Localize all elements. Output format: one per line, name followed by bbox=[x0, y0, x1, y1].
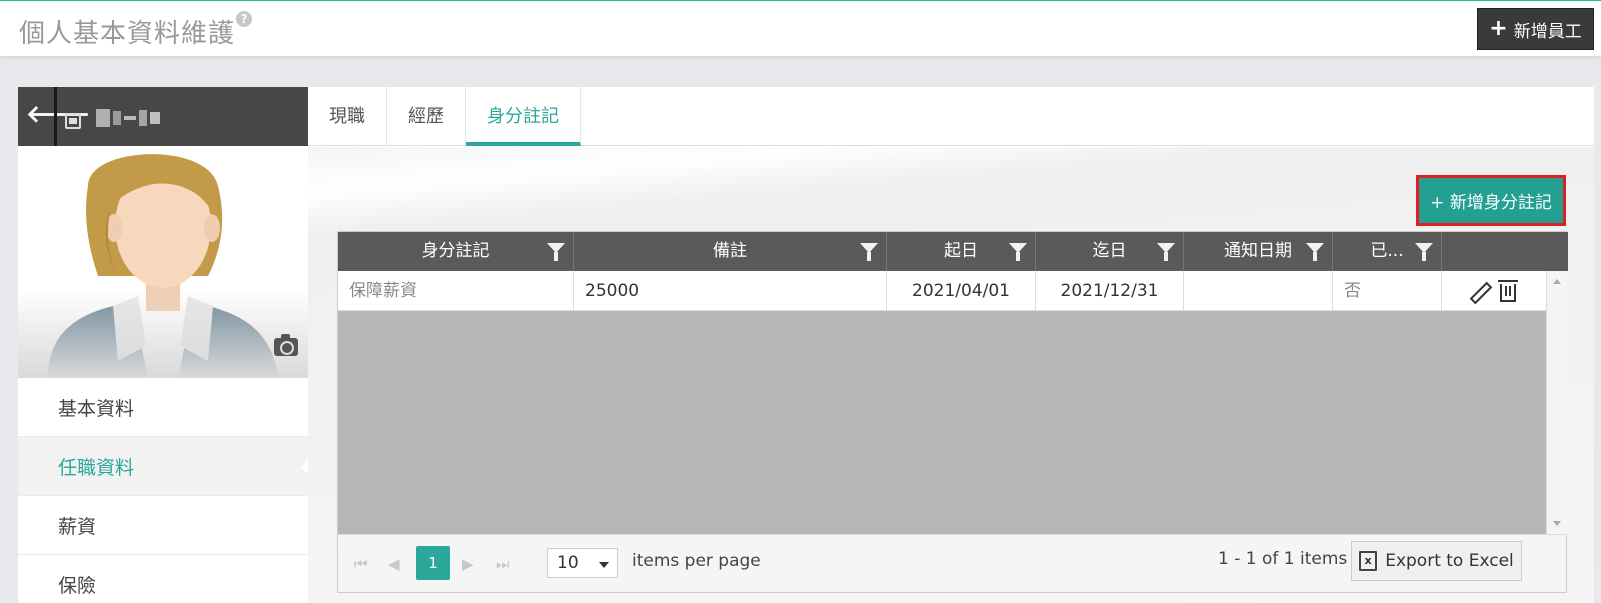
cell-identity: 保障薪資 bbox=[338, 271, 574, 311]
filter-icon[interactable] bbox=[1415, 243, 1433, 261]
divider bbox=[54, 87, 57, 146]
current-page-button[interactable]: 1 bbox=[416, 546, 450, 580]
cell-note: 25000 bbox=[574, 271, 887, 311]
filter-icon[interactable] bbox=[860, 243, 878, 261]
add-employee-label: 新增員工 bbox=[1513, 21, 1582, 42]
cell-done: 否 bbox=[1333, 271, 1442, 311]
page-size-value: 10 bbox=[557, 553, 579, 573]
add-employee-button[interactable]: + 新增員工 bbox=[1477, 8, 1594, 50]
filter-icon[interactable] bbox=[1157, 243, 1175, 261]
column-header-notify-date[interactable]: 通知日期 bbox=[1184, 232, 1333, 271]
side-menu-item-insurance[interactable]: 保險 bbox=[18, 555, 308, 603]
filter-icon[interactable] bbox=[547, 243, 565, 261]
export-excel-label: Export to Excel bbox=[1385, 551, 1514, 571]
plus-icon: + bbox=[1489, 16, 1508, 41]
column-header-done[interactable]: 已... bbox=[1333, 232, 1442, 271]
last-page-icon[interactable]: ⏭ bbox=[496, 555, 510, 573]
column-header-label: 起日 bbox=[944, 241, 978, 261]
scroll-up-icon[interactable] bbox=[1553, 279, 1561, 284]
cell-end-date: 2021/12/31 bbox=[1036, 271, 1184, 311]
export-excel-button[interactable]: x Export to Excel bbox=[1351, 541, 1522, 581]
first-page-icon[interactable]: ⏮ bbox=[354, 555, 368, 573]
side-menu: 基本資料 任職資料 薪資 保險 bbox=[18, 378, 309, 603]
filter-icon[interactable] bbox=[1009, 243, 1027, 261]
side-menu-item-employment-info[interactable]: 任職資料 bbox=[18, 437, 309, 496]
items-per-page-label: items per page bbox=[632, 551, 761, 571]
back-arrow-icon[interactable]: 🡐 bbox=[26, 101, 90, 127]
column-header-actions bbox=[1442, 232, 1566, 271]
employee-header: 🡐 bbox=[18, 87, 308, 146]
excel-icon: x bbox=[1359, 551, 1378, 571]
cell-start-date: 2021/04/01 bbox=[887, 271, 1036, 311]
column-header-label: 備註 bbox=[713, 241, 747, 261]
help-icon[interactable]: ? bbox=[236, 11, 252, 27]
page-title: 個人基本資料維護 bbox=[19, 19, 236, 49]
avatar bbox=[18, 146, 308, 378]
page-size-select[interactable]: 10 bbox=[547, 548, 618, 578]
next-page-icon[interactable]: ▶ bbox=[462, 555, 474, 573]
filter-icon[interactable] bbox=[1306, 243, 1324, 261]
tab-identity-marks[interactable]: 身分註記 bbox=[466, 87, 581, 146]
table-row[interactable]: 保障薪資 25000 2021/04/01 2021/12/31 否 bbox=[338, 271, 1546, 311]
cell-notify-date bbox=[1184, 271, 1333, 311]
camera-icon[interactable] bbox=[274, 334, 298, 356]
chevron-down-icon bbox=[599, 562, 609, 568]
column-header-label: 身分註記 bbox=[421, 241, 490, 261]
scroll-down-icon[interactable] bbox=[1553, 521, 1561, 526]
employee-name-redacted bbox=[96, 109, 160, 127]
top-bar: 個人基本資料維護 ? + 新增員工 bbox=[0, 0, 1601, 56]
side-menu-item-salary[interactable]: 薪資 bbox=[18, 496, 308, 555]
column-header-label: 通知日期 bbox=[1224, 241, 1292, 261]
grid-header: 身分註記 備註 起日 迄日 通知日期 已... bbox=[338, 232, 1568, 271]
edit-icon[interactable] bbox=[1470, 283, 1486, 299]
tab-experience[interactable]: 經歷 bbox=[387, 87, 466, 146]
column-header-end-date[interactable]: 迄日 bbox=[1036, 232, 1184, 271]
avatar-fade bbox=[18, 288, 308, 378]
grid-body: 保障薪資 25000 2021/04/01 2021/12/31 否 bbox=[338, 271, 1546, 534]
side-menu-item-basic-info[interactable]: 基本資料 bbox=[18, 378, 308, 437]
prev-page-icon[interactable]: ◀ bbox=[388, 555, 400, 573]
column-header-identity[interactable]: 身分註記 bbox=[338, 232, 574, 271]
tab-strip: 現職 經歷 身分註記 bbox=[308, 87, 1594, 146]
column-header-start-date[interactable]: 起日 bbox=[887, 232, 1036, 271]
column-header-label: 已... bbox=[1370, 241, 1404, 261]
column-header-note[interactable]: 備註 bbox=[574, 232, 887, 271]
add-identity-mark-button[interactable]: + 新增身分註記 bbox=[1416, 175, 1566, 226]
tab-current-position[interactable]: 現職 bbox=[308, 87, 387, 146]
cell-actions bbox=[1442, 271, 1544, 311]
pager: ⏮ ◀ 1 ▶ ⏭ 10 items per page 1 - 1 of 1 i… bbox=[338, 534, 1566, 592]
id-card-icon bbox=[65, 113, 81, 129]
identity-marks-grid: 身分註記 備註 起日 迄日 通知日期 已... 保障薪資 25000 2021/… bbox=[337, 231, 1568, 593]
pager-info: 1 - 1 of 1 items bbox=[1218, 549, 1348, 569]
trash-icon[interactable] bbox=[1498, 279, 1518, 302]
column-header-label: 迄日 bbox=[1092, 241, 1127, 261]
vertical-scrollbar[interactable] bbox=[1546, 271, 1567, 534]
